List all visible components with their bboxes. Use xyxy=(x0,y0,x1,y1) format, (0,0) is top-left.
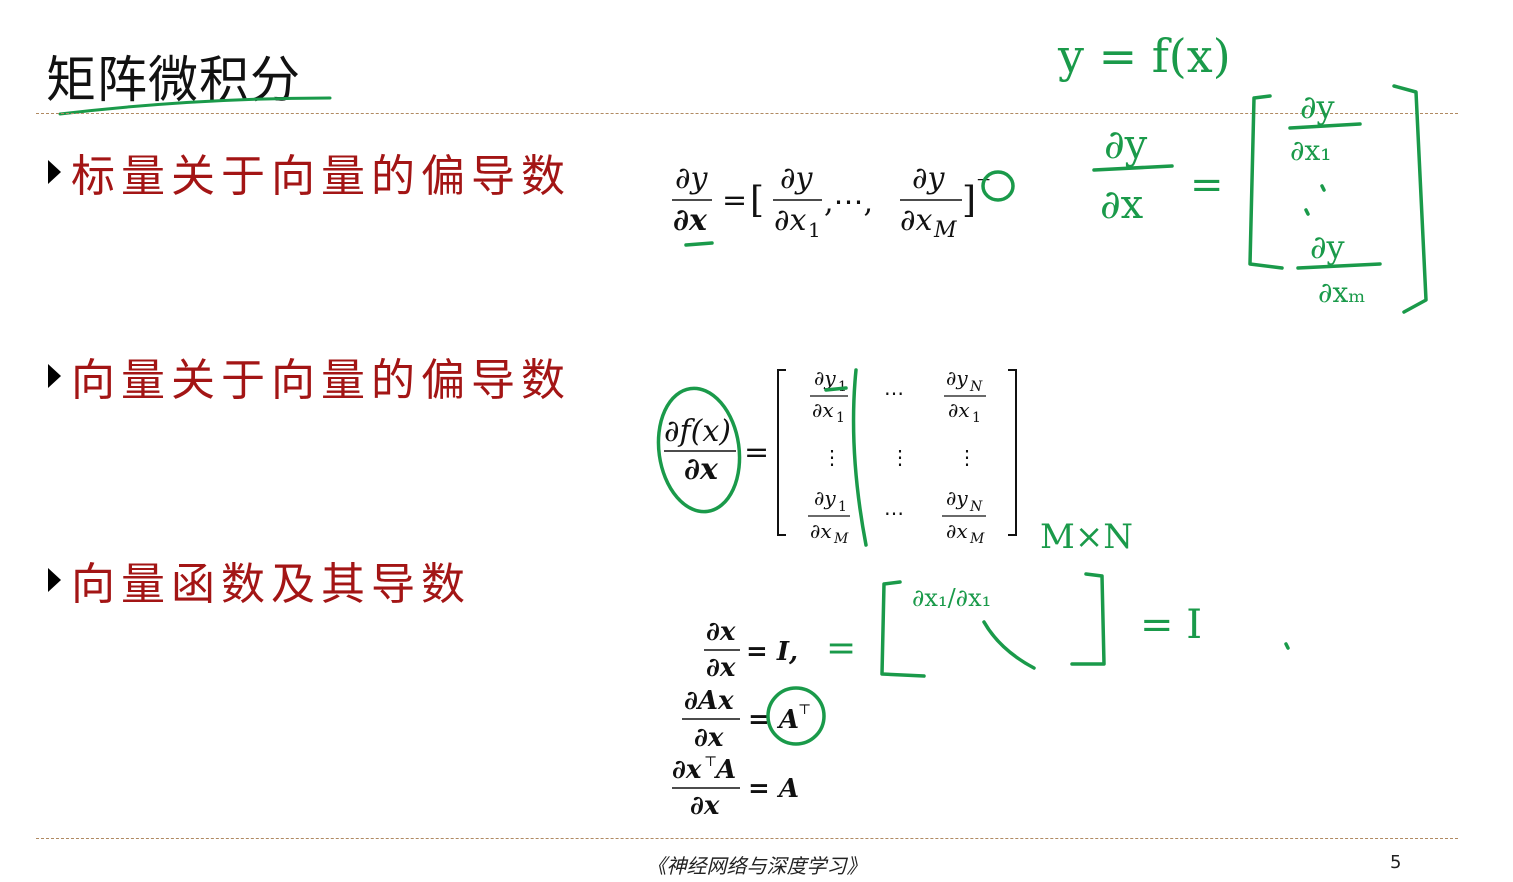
fraction-numerator: ∂y xyxy=(780,161,814,196)
ink-right-bracket xyxy=(1070,572,1106,666)
fraction-denominator: ∂x xyxy=(690,791,720,821)
ink-denominator: ∂x₁ xyxy=(1290,134,1332,167)
hdots: ⋯ xyxy=(884,381,904,405)
ink-column-divider xyxy=(851,368,868,547)
subscript: N xyxy=(969,499,983,515)
ink-function-def: y = f(x) xyxy=(1057,29,1231,83)
ink-identity-result: = I xyxy=(1140,602,1202,648)
formula-vector-vector: ∂f(x) ∂x = ∂y 1 ∂x 1 ⋯ ∂y N ∂x 1 ⋮ ⋮ ⋮ ∂… xyxy=(664,366,1017,547)
ink-denominator: ∂xₘ xyxy=(1318,276,1365,309)
ink-circle xyxy=(656,386,742,514)
matrix-cell-den: ∂x xyxy=(946,519,968,543)
fraction-denominator: ∂x xyxy=(900,203,933,238)
ink-underline xyxy=(684,241,714,247)
identity-rhs: = A xyxy=(748,774,799,804)
fraction-numerator: ∂y xyxy=(675,161,709,196)
fraction-denominator: ∂x xyxy=(684,452,719,487)
vdots: ⋮ xyxy=(957,445,977,469)
vdots: ⋮ xyxy=(890,445,910,469)
ink-numerator: ∂y xyxy=(1104,122,1148,168)
fraction-numerator: ∂y xyxy=(912,161,946,196)
subscript: 1 xyxy=(808,218,821,242)
ink-right-bracket xyxy=(1392,84,1428,314)
subscript: 1 xyxy=(838,499,847,515)
formula-scalar-vector: ∂y ∂x = [ ∂y ∂x 1 ,⋯, ∂y ∂x M ] ⊤ xyxy=(672,161,991,243)
matrix-cell-num: ∂y xyxy=(946,366,968,390)
transpose-mark: ⊤ xyxy=(798,702,811,718)
matrix-cell-den: ∂x xyxy=(948,398,970,422)
ink-dot xyxy=(1284,642,1290,650)
vdots: ⋮ xyxy=(822,445,842,469)
fraction-numerator: ∂Ax xyxy=(684,686,734,716)
fraction-numerator-tail: A xyxy=(713,755,736,785)
matrix-cell-num: ∂y xyxy=(814,366,836,390)
ink-denominator: ∂x xyxy=(1100,182,1144,228)
equals-sign: = xyxy=(744,435,769,470)
identity-rhs: = I, xyxy=(746,637,798,667)
ink-numerator: ∂y xyxy=(1300,88,1335,126)
matrix-cell-den: ∂x xyxy=(810,519,832,543)
handwritten-text: y = f(x) ∂y ∂x = ∂y ∂x₁ ∂y ∂xₘ M×N = ∂x₁… xyxy=(826,29,1365,669)
ink-equals: = xyxy=(1190,162,1224,208)
matrix-cell-num: ∂y xyxy=(946,486,968,510)
fraction-denominator: ∂x xyxy=(694,723,724,753)
ink-equals: = xyxy=(826,628,856,669)
fraction-numerator: ∂x xyxy=(706,617,736,647)
ink-diagonal xyxy=(982,620,1036,670)
formula-canvas: ∂y ∂x = [ ∂y ∂x 1 ,⋯, ∂y ∂x M ] ⊤ ∂f(x) … xyxy=(656,29,1428,821)
fraction-denominator: ∂x xyxy=(774,203,807,238)
formula-identities: ∂x ∂x = I, ∂Ax ∂x = A ⊤ ∂x ⊤ A ∂x = A xyxy=(672,617,811,821)
ink-numerator: ∂y xyxy=(1310,228,1345,266)
matrix-cell-num: ∂y xyxy=(814,486,836,510)
separator: ,⋯, xyxy=(824,185,873,220)
subscript: N xyxy=(969,379,983,395)
equals-sign: = xyxy=(722,183,747,218)
footer-book-title: 《神经网络与深度学习》 xyxy=(646,854,867,878)
matrix-cell-den: ∂x xyxy=(812,398,834,422)
fraction-numerator: ∂x xyxy=(672,755,702,785)
subscript: M xyxy=(833,531,849,547)
fraction-denominator: ∂x xyxy=(673,203,708,238)
matrix-right-bracket xyxy=(1008,369,1017,536)
ink-matrix-entry: ∂x₁/∂x₁ xyxy=(912,584,991,612)
subscript: M xyxy=(969,531,985,547)
fraction-numerator: ∂f(x) xyxy=(664,414,731,449)
open-bracket: [ xyxy=(750,180,764,221)
subscript: 1 xyxy=(972,410,981,426)
fraction-denominator: ∂x xyxy=(706,653,736,683)
matrix-left-bracket xyxy=(777,369,786,536)
ink-size-note: M×N xyxy=(1040,517,1133,557)
subscript: 1 xyxy=(836,410,845,426)
hdots: ⋯ xyxy=(884,501,904,525)
page-number: 5 xyxy=(1390,852,1402,873)
ink-left-bracket xyxy=(1248,94,1284,270)
ink-underline xyxy=(824,386,848,392)
ink-vdots xyxy=(1304,184,1326,216)
subscript: M xyxy=(933,218,957,243)
close-bracket: ] xyxy=(962,180,976,221)
